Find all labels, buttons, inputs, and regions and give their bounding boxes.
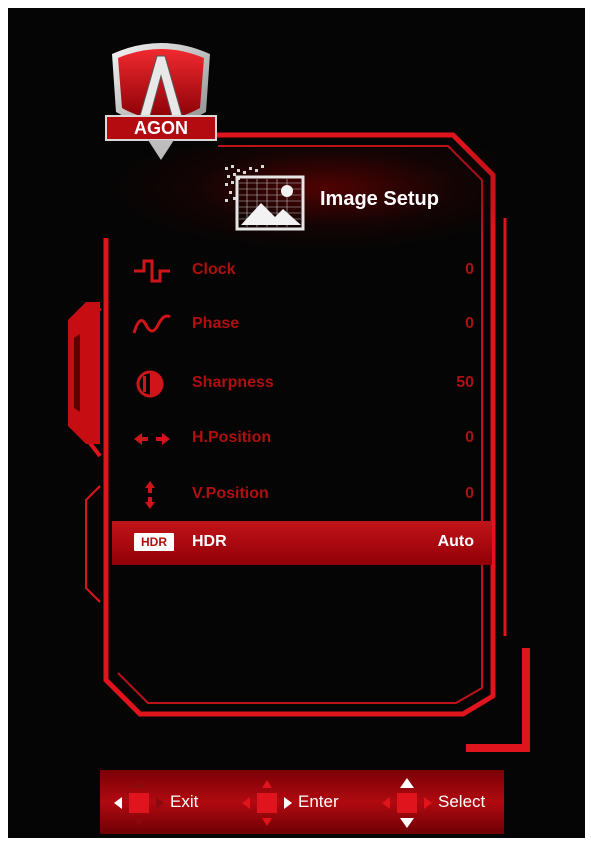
menu-item-phase[interactable]: Phase 0 [112,305,492,345]
agon-logo-text: AGON [134,118,188,138]
menu-item-value: Auto [437,533,474,550]
clock-wave-icon [134,259,170,283]
menu-item-label: Clock [192,261,236,278]
horizontal-arrows-icon [134,433,170,445]
phase-wave-icon [132,314,171,334]
dpad-right-icon [242,780,292,826]
agon-logo: AGON [105,43,217,160]
vertical-arrows-icon [145,481,155,509]
select-label: Select [438,792,486,811]
page-title: Image Setup [320,188,439,210]
menu-item-value: 50 [456,374,474,391]
menu-item-label: Phase [192,315,240,332]
menu-item-h-position[interactable]: H.Position 0 [112,419,492,459]
menu-item-value: 0 [465,429,474,446]
exit-label: Exit [170,792,199,811]
menu-item-v-position[interactable]: V.Position 0 [112,475,492,515]
image-setup-icon [225,165,305,231]
menu-item-label: H.Position [192,429,272,446]
dpad-left-icon [114,780,164,826]
menu-item-value: 0 [465,485,474,502]
menu-item-value: 0 [465,261,474,278]
menu-item-hdr[interactable]: HDR HDR Auto [112,521,492,565]
sharpness-icon [136,370,164,398]
menu-item-sharpness[interactable]: Sharpness 50 [112,364,492,404]
navigation-hint-bar: Exit Enter Select [100,770,504,834]
hdr-icon: HDR [134,533,174,551]
menu-item-value: 0 [465,315,474,332]
enter-label: Enter [298,792,339,811]
osd-screen: AGON Image Setup Clock 0 Phase 0 Sharpne… [8,8,585,838]
menu-item-label: HDR [192,533,227,550]
menu-item-label: V.Position [192,485,269,502]
menu-item-clock[interactable]: Clock 0 [112,251,492,291]
dpad-up-down-icon [382,778,432,828]
menu-item-label: Sharpness [192,374,274,391]
